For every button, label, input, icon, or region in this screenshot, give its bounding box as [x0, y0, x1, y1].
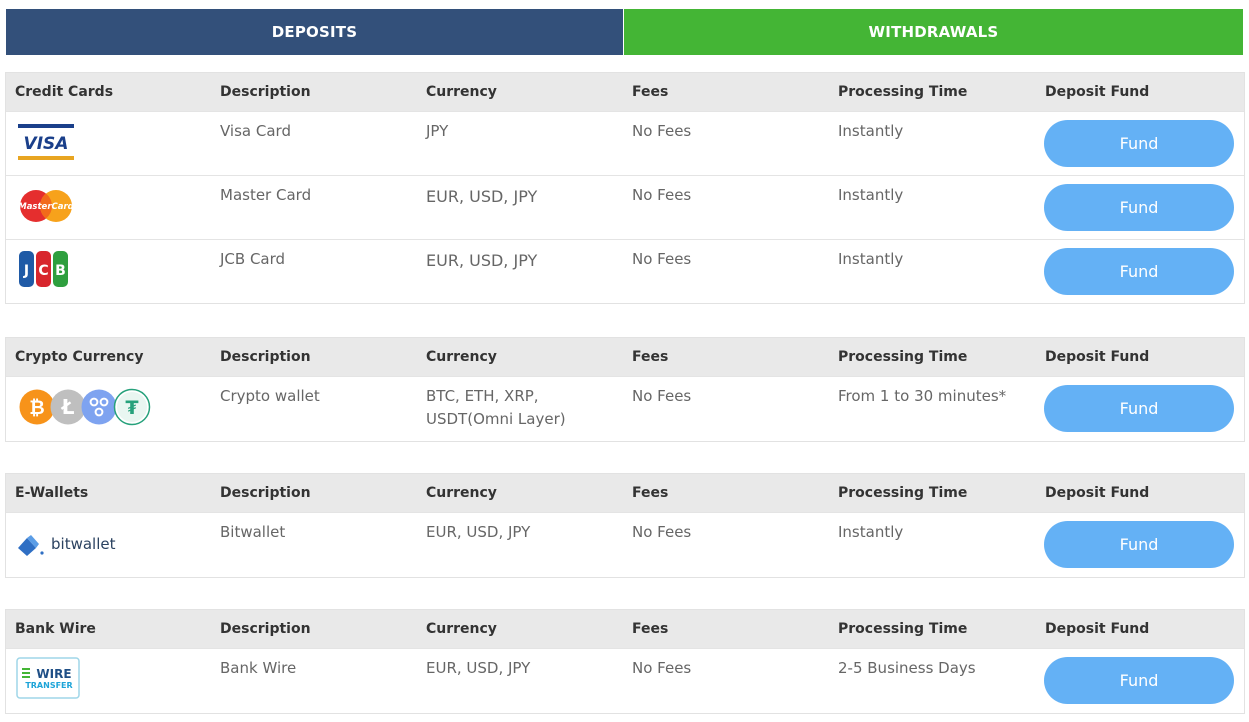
header-fees: Fees	[632, 84, 669, 100]
fund-button[interactable]: Fund	[1044, 184, 1234, 231]
table-header: E-Wallets Description Currency Fees Proc…	[6, 474, 1244, 512]
crypto-logos: ₿ Ł ₮	[18, 388, 154, 430]
row-processing-time: Instantly	[838, 250, 904, 268]
row-description: Crypto wallet	[220, 387, 320, 405]
svg-text:MasterCard: MasterCard	[18, 202, 74, 212]
svg-text:TRANSFER: TRANSFER	[25, 681, 72, 690]
table-row: ₿ Ł ₮ Crypto wallet BTC, ETH, XRP, USDT(…	[6, 376, 1244, 441]
payment-tabs: DEPOSITS WITHDRAWALS	[6, 9, 1243, 55]
tab-withdrawals[interactable]: WITHDRAWALS	[624, 9, 1243, 55]
row-description: Bitwallet	[220, 523, 286, 541]
row-description: Visa Card	[220, 122, 291, 140]
jcb-logo: J C B	[18, 250, 70, 292]
table-row: VISA Visa Card JPY No Fees Instantly Fun…	[6, 111, 1244, 175]
e-wallets-section: E-Wallets Description Currency Fees Proc…	[5, 473, 1245, 578]
row-fees: No Fees	[632, 387, 692, 405]
row-currency-line-2: USDT(Omni Layer)	[426, 410, 566, 428]
svg-text:B: B	[55, 263, 66, 279]
header-currency: Currency	[426, 349, 497, 365]
header-description: Description	[220, 84, 311, 100]
svg-text:WIRE: WIRE	[36, 667, 71, 681]
header-deposit-fund: Deposit Fund	[1045, 485, 1150, 501]
table-row: J C B JCB Card EUR, USD, JPY No Fees Ins…	[6, 239, 1244, 303]
header-category: Credit Cards	[15, 84, 114, 100]
header-fees: Fees	[632, 349, 669, 365]
fund-button[interactable]: Fund	[1044, 120, 1234, 167]
header-description: Description	[220, 621, 311, 637]
table-header: Credit Cards Description Currency Fees P…	[6, 73, 1244, 111]
svg-text:C: C	[38, 263, 48, 279]
bitwallet-logo: bitwallet	[16, 529, 128, 563]
fund-button[interactable]: Fund	[1044, 248, 1234, 295]
table-header: Crypto Currency Description Currency Fee…	[6, 338, 1244, 376]
row-currency: EUR, USD, JPY	[426, 659, 531, 677]
row-currency: EUR, USD, JPY	[426, 251, 538, 270]
mastercard-logo: MasterCard	[18, 188, 75, 228]
header-processing-time: Processing Time	[838, 349, 968, 365]
header-currency: Currency	[426, 485, 497, 501]
header-currency: Currency	[426, 84, 497, 100]
header-category: E-Wallets	[15, 485, 89, 501]
row-processing-time: From 1 to 30 minutes*	[838, 387, 1007, 405]
table-row: bitwallet Bitwallet EUR, USD, JPY No Fee…	[6, 512, 1244, 577]
header-description: Description	[220, 349, 311, 365]
row-currency: EUR, USD, JPY	[426, 187, 538, 206]
row-description: JCB Card	[220, 250, 286, 268]
wire-transfer-logo: WIRE TRANSFER	[16, 657, 80, 703]
table-row: WIRE TRANSFER Bank Wire EUR, USD, JPY No…	[6, 648, 1244, 713]
header-category: Bank Wire	[15, 621, 96, 637]
row-processing-time: 2-5 Business Days	[838, 659, 976, 677]
row-description: Master Card	[220, 186, 312, 204]
table-row: MasterCard Master Card EUR, USD, JPY No …	[6, 175, 1244, 239]
header-description: Description	[220, 485, 311, 501]
bank-wire-section: Bank Wire Description Currency Fees Proc…	[5, 609, 1245, 714]
row-description: Bank Wire	[220, 659, 297, 677]
row-fees: No Fees	[632, 186, 692, 204]
svg-text:₿: ₿	[29, 397, 44, 419]
header-fees: Fees	[632, 621, 669, 637]
header-processing-time: Processing Time	[838, 84, 968, 100]
row-processing-time: Instantly	[838, 186, 904, 204]
svg-text:bitwallet: bitwallet	[51, 535, 116, 553]
tab-deposits[interactable]: DEPOSITS	[6, 9, 623, 55]
row-processing-time: Instantly	[838, 523, 904, 541]
row-fees: No Fees	[632, 659, 692, 677]
row-processing-time: Instantly	[838, 122, 904, 140]
svg-text:Ł: Ł	[61, 395, 75, 419]
header-currency: Currency	[426, 621, 497, 637]
row-currency: EUR, USD, JPY	[426, 523, 531, 541]
fund-button[interactable]: Fund	[1044, 385, 1234, 432]
svg-text:J: J	[23, 263, 29, 279]
row-currency-line-1: BTC, ETH, XRP,	[426, 387, 539, 405]
header-category: Crypto Currency	[15, 349, 144, 365]
svg-text:₮: ₮	[125, 397, 138, 419]
row-fees: No Fees	[632, 122, 692, 140]
fund-button[interactable]: Fund	[1044, 521, 1234, 568]
fund-button[interactable]: Fund	[1044, 657, 1234, 704]
header-deposit-fund: Deposit Fund	[1045, 621, 1150, 637]
visa-logo: VISA	[18, 124, 74, 164]
header-processing-time: Processing Time	[838, 485, 968, 501]
crypto-currency-section: Crypto Currency Description Currency Fee…	[5, 337, 1245, 442]
header-processing-time: Processing Time	[838, 621, 968, 637]
svg-text:VISA: VISA	[24, 134, 69, 154]
credit-cards-section: Credit Cards Description Currency Fees P…	[5, 72, 1245, 304]
header-fees: Fees	[632, 485, 669, 501]
header-deposit-fund: Deposit Fund	[1045, 84, 1150, 100]
table-header: Bank Wire Description Currency Fees Proc…	[6, 610, 1244, 648]
row-fees: No Fees	[632, 250, 692, 268]
row-currency: JPY	[426, 122, 449, 140]
header-deposit-fund: Deposit Fund	[1045, 349, 1150, 365]
row-fees: No Fees	[632, 523, 692, 541]
